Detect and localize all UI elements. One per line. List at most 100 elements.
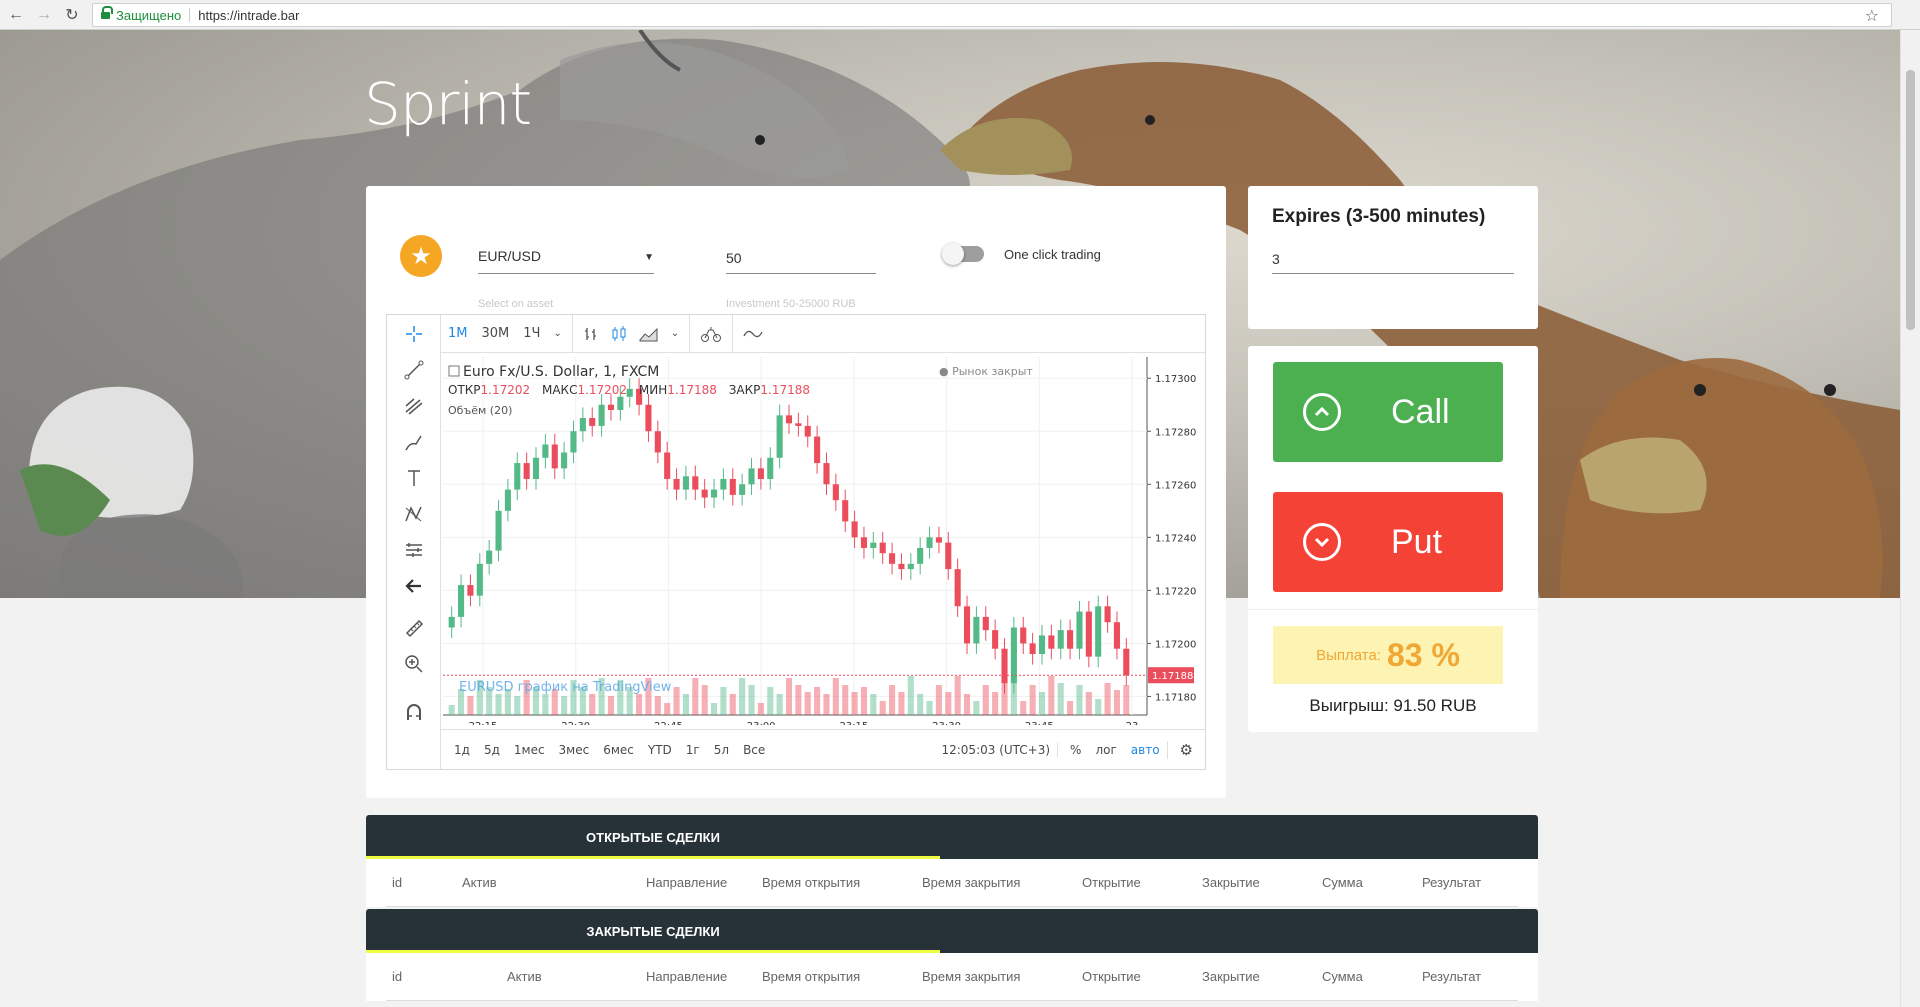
candle-body xyxy=(1029,643,1036,655)
tab-open-trades[interactable]: ОТКРЫТЫЕ СДЕЛКИ xyxy=(366,815,940,859)
trend-line-icon[interactable] xyxy=(401,357,427,383)
timeframe-30m[interactable]: 30M xyxy=(475,326,517,341)
time-tick-label: 23:30 xyxy=(932,721,961,725)
tab-closed-trades[interactable]: ЗАКРЫТЫЕ СДЕЛКИ xyxy=(366,909,940,953)
volume-bar xyxy=(561,696,568,715)
price-chart[interactable]: 1.17300 1.17280 1.17260 1.17240 1.17220 1.172… xyxy=(443,357,1203,732)
range-ytd[interactable]: YTD xyxy=(641,743,679,757)
pattern-icon[interactable] xyxy=(401,501,427,527)
closed-trades-header: ЗАКРЫТЫЕ СДЕЛКИ xyxy=(366,909,1538,953)
tradingview-widget: 1M 30M 1Ч ⌄ ⌄ 1.17300 1.17280 1.17260 1.172 xyxy=(386,314,1206,770)
expires-title: Expires (3-500 minutes) xyxy=(1272,206,1486,227)
back-arrow-icon[interactable]: ← xyxy=(4,3,28,27)
chart-canvas[interactable]: 1.17300 1.17280 1.17260 1.17240 1.17220 1.172… xyxy=(443,357,1203,732)
area-chart-icon[interactable] xyxy=(633,326,665,342)
range-6m[interactable]: 6мес xyxy=(596,743,641,757)
candle-body xyxy=(935,537,942,543)
volume-bar xyxy=(945,692,952,715)
magnet-icon[interactable] xyxy=(401,699,427,725)
expires-panel: Expires (3-500 minutes) xyxy=(1248,186,1538,329)
timeframe-1m[interactable]: 1M xyxy=(441,326,475,341)
volume-legend[interactable]: Объём (20) xyxy=(448,404,512,417)
volume-bar xyxy=(1020,701,1027,715)
page-scrollbar[interactable] xyxy=(1900,30,1920,1007)
chart-symbol-title[interactable]: Euro Fx/U.S. Dollar, 1, FXCM xyxy=(463,364,659,380)
candle-body xyxy=(879,542,886,554)
indicators-icon[interactable] xyxy=(737,326,769,342)
percent-toggle[interactable]: % xyxy=(1057,742,1088,757)
open-value: 1.17202 xyxy=(481,383,531,397)
time-tick-label: 23 xyxy=(1126,721,1139,725)
volume-bar xyxy=(860,687,868,715)
candle-body xyxy=(776,415,783,458)
put-label: Put xyxy=(1391,522,1443,561)
forward-arrow-icon[interactable]: → xyxy=(32,3,56,27)
range-3m[interactable]: 3мес xyxy=(552,743,597,757)
volume-bar xyxy=(907,676,914,715)
tradingview-watermark[interactable]: EURUSD график на TradingView xyxy=(459,680,672,695)
candles-icon[interactable] xyxy=(605,325,633,342)
volume-bar xyxy=(664,703,671,715)
toggle-knob[interactable] xyxy=(942,243,964,265)
brush-icon[interactable] xyxy=(401,429,427,455)
timeframe-1h[interactable]: 1Ч xyxy=(516,326,547,341)
volume-bar xyxy=(692,678,699,715)
log-toggle[interactable]: лог xyxy=(1088,743,1123,757)
address-bar[interactable]: Защищено https://intrade.bar ☆ xyxy=(92,3,1892,27)
candle-body xyxy=(720,478,727,490)
star-icon[interactable]: ★ xyxy=(400,235,442,277)
zoom-in-icon[interactable] xyxy=(401,651,427,677)
bar-chart-icon[interactable] xyxy=(577,326,605,342)
range-all[interactable]: Все xyxy=(736,743,772,757)
volume-bar xyxy=(589,694,596,715)
candle-body xyxy=(673,478,680,490)
closed-trades-table-header: id Актив Направление Время открытия Врем… xyxy=(366,953,1538,1001)
measure-icon[interactable] xyxy=(401,537,427,563)
candle-body xyxy=(992,630,999,649)
call-button[interactable]: Call xyxy=(1273,362,1503,462)
chart-type-dropdown-icon[interactable]: ⌄ xyxy=(665,328,685,339)
column-header-id: id xyxy=(392,969,403,984)
range-1m[interactable]: 1мес xyxy=(507,743,552,757)
pitchfork-icon[interactable] xyxy=(401,393,427,419)
scrollbar-thumb[interactable] xyxy=(1906,70,1915,330)
volume-bar xyxy=(495,694,502,715)
candle-body xyxy=(504,489,511,511)
secure-label: Защищено xyxy=(116,7,182,23)
investment-input[interactable] xyxy=(726,242,876,274)
text-icon[interactable] xyxy=(401,465,427,491)
bookmark-star-icon[interactable]: ☆ xyxy=(1865,6,1879,26)
url-text[interactable]: https://intrade.bar xyxy=(198,8,299,23)
candle-body xyxy=(982,616,989,631)
market-status: ● Рынок закрыт xyxy=(939,365,1033,378)
arrow-left-icon[interactable] xyxy=(401,573,427,599)
volume-bar xyxy=(926,701,933,715)
volume-bar xyxy=(982,685,989,715)
volume-bar xyxy=(682,694,689,715)
candle-body xyxy=(739,484,746,495)
crosshair-icon[interactable] xyxy=(401,321,427,347)
range-1d[interactable]: 1д xyxy=(447,743,477,757)
auto-toggle[interactable]: авто xyxy=(1124,743,1167,757)
ruler-icon[interactable] xyxy=(401,615,427,641)
one-click-toggle[interactable] xyxy=(942,243,984,265)
time-tick-label: 23:45 xyxy=(1025,721,1054,725)
range-5d[interactable]: 5д xyxy=(477,743,507,757)
range-1y[interactable]: 1г xyxy=(679,743,707,757)
ohlc-legend: ОТКР1.17202 МАКС1.17202 МИН1.17188 ЗАКР1… xyxy=(448,383,810,397)
timeframe-dropdown-icon[interactable]: ⌄ xyxy=(547,328,567,339)
win-amount: Выигрыш: 91.50 RUB xyxy=(1309,696,1477,715)
last-price-label: 1.17188 xyxy=(1152,671,1193,682)
reload-icon[interactable]: ↻ xyxy=(60,3,84,27)
compare-icon[interactable] xyxy=(694,326,728,342)
expires-input[interactable] xyxy=(1272,244,1514,274)
put-button[interactable]: Put xyxy=(1273,492,1503,592)
settings-icon[interactable]: ⚙ xyxy=(1166,740,1205,759)
asset-select[interactable]: EUR/USD ▼ xyxy=(478,242,654,274)
range-5y[interactable]: 5л xyxy=(707,743,736,757)
chart-clock: 12:05:03 (UTC+3) xyxy=(941,742,1051,757)
low-label: МИН xyxy=(639,383,667,397)
candle-body xyxy=(823,463,830,485)
candle-body xyxy=(907,563,914,570)
column-header-close-time: Время закрытия xyxy=(922,875,1021,890)
